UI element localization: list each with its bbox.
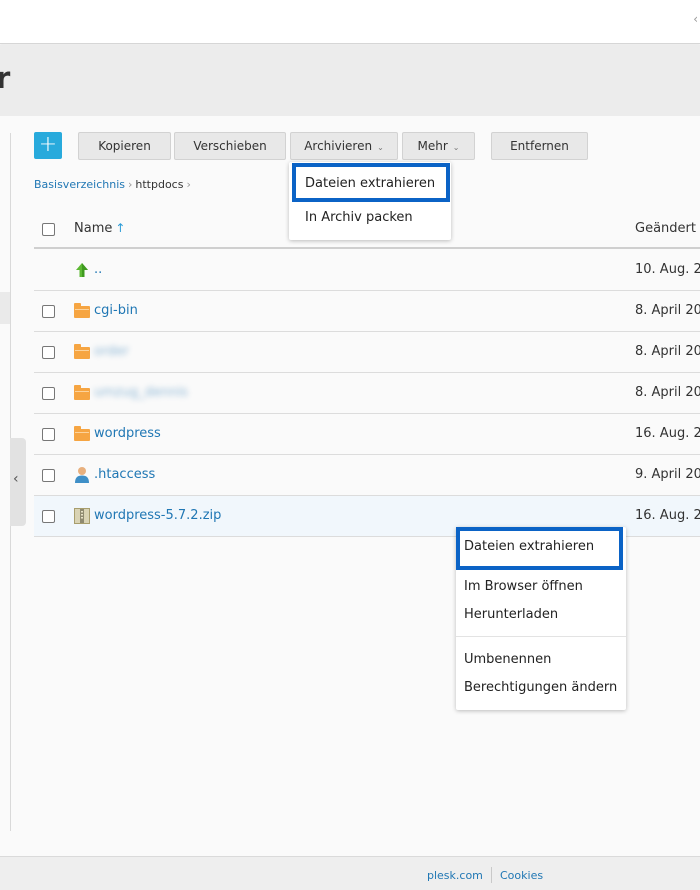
file-name-link[interactable]: .htaccess: [94, 467, 155, 482]
folder-icon: [74, 303, 90, 318]
sort-ascending-icon: ↑: [115, 221, 126, 235]
chevron-down-icon: ⌄: [452, 143, 460, 152]
column-header-changed[interactable]: Geändert: [635, 221, 696, 236]
folder-icon: [74, 344, 90, 359]
breadcrumb: Basisverzeichnis › httpdocs ›: [34, 178, 194, 191]
toolbar: + Kopieren Verschieben Archivieren ⌄ Mehr…: [0, 132, 700, 160]
menu-item-rename[interactable]: Umbenennen: [456, 652, 626, 667]
archive-button[interactable]: Archivieren ⌄: [290, 132, 398, 160]
page-title-bar: [0, 45, 700, 116]
modified-date: 8. April 20: [635, 344, 700, 359]
user-file-icon: [75, 467, 89, 483]
modified-date: 8. April 20: [635, 385, 700, 400]
menu-item-extract-files[interactable]: Dateien extrahieren: [292, 163, 450, 202]
file-name-link[interactable]: order: [94, 344, 129, 359]
footer: plesk.com Cookies: [0, 856, 700, 890]
modified-date: 16. Aug. 20: [635, 426, 700, 441]
folder-icon: [74, 426, 90, 441]
copy-button[interactable]: Kopieren: [78, 132, 171, 160]
up-arrow-icon: [76, 263, 88, 277]
file-name-link[interactable]: ..: [94, 262, 102, 277]
table-row[interactable]: .. 10. Aug. 20: [34, 250, 700, 291]
archive-file-icon: [74, 508, 90, 524]
table-row[interactable]: umzug_dennis 8. April 20: [34, 373, 700, 414]
file-name-link[interactable]: umzug_dennis: [94, 385, 188, 400]
folder-icon: [74, 385, 90, 400]
context-menu: Dateien extrahieren Im Browser öffnen He…: [456, 527, 626, 710]
menu-item-change-permissions[interactable]: Berechtigungen ändern: [456, 680, 626, 695]
file-name-link[interactable]: cgi-bin: [94, 303, 138, 318]
modified-date: 16. Aug. 20: [635, 508, 700, 523]
column-name-label: Name: [74, 221, 113, 236]
column-header-name[interactable]: Name ↑: [74, 221, 125, 236]
footer-separator: [491, 867, 492, 883]
add-button[interactable]: +: [34, 132, 62, 159]
page-title: r: [0, 61, 11, 95]
remove-button[interactable]: Entfernen: [491, 132, 588, 160]
menu-item-download[interactable]: Herunterladen: [456, 607, 626, 622]
table-row[interactable]: order 8. April 20: [34, 332, 700, 373]
modified-date: 8. April 20: [635, 303, 700, 318]
move-button[interactable]: Verschieben: [174, 132, 286, 160]
breadcrumb-separator: ›: [186, 178, 191, 191]
sidebar-collapse-button[interactable]: ‹: [10, 438, 26, 526]
footer-link-cookies[interactable]: Cookies: [500, 869, 543, 882]
chevron-down-icon: ⌄: [377, 143, 384, 152]
more-button[interactable]: Mehr ⌄: [402, 132, 475, 160]
menu-item-extract-files[interactable]: Dateien extrahieren: [456, 527, 623, 570]
chevron-left-icon[interactable]: ‹: [693, 12, 698, 26]
menu-item-open-in-browser[interactable]: Im Browser öffnen: [456, 579, 626, 594]
modified-date: 10. Aug. 20: [635, 262, 700, 277]
archive-button-label: Archivieren: [304, 139, 373, 153]
row-checkbox[interactable]: [42, 387, 55, 400]
table-row[interactable]: wordpress 16. Aug. 20: [34, 414, 700, 455]
chevron-left-icon: ‹: [13, 471, 19, 487]
breadcrumb-separator: ›: [127, 178, 133, 191]
select-all-checkbox[interactable]: [42, 223, 55, 236]
row-checkbox[interactable]: [42, 346, 55, 359]
modified-date: 9. April 20: [635, 467, 700, 482]
archive-dropdown-menu: Dateien extrahieren In Archiv packen: [289, 162, 451, 240]
row-checkbox[interactable]: [42, 305, 55, 318]
breadcrumb-root[interactable]: Basisverzeichnis: [34, 178, 125, 191]
footer-link-plesk[interactable]: plesk.com: [427, 869, 483, 882]
menu-item-pack-archive[interactable]: In Archiv packen: [289, 210, 451, 225]
top-bar: ‹: [0, 0, 700, 44]
file-name-link[interactable]: wordpress-5.7.2.zip: [94, 508, 221, 523]
row-checkbox[interactable]: [42, 469, 55, 482]
menu-divider: [456, 636, 626, 637]
row-checkbox[interactable]: [42, 428, 55, 441]
breadcrumb-current: httpdocs: [135, 178, 184, 191]
row-checkbox[interactable]: [42, 510, 55, 523]
table-row[interactable]: .htaccess 9. April 20: [34, 455, 700, 496]
more-button-label: Mehr: [417, 139, 448, 153]
file-name-link[interactable]: wordpress: [94, 426, 161, 441]
sidebar-active-item[interactable]: [0, 292, 10, 324]
table-row[interactable]: cgi-bin 8. April 20: [34, 291, 700, 332]
